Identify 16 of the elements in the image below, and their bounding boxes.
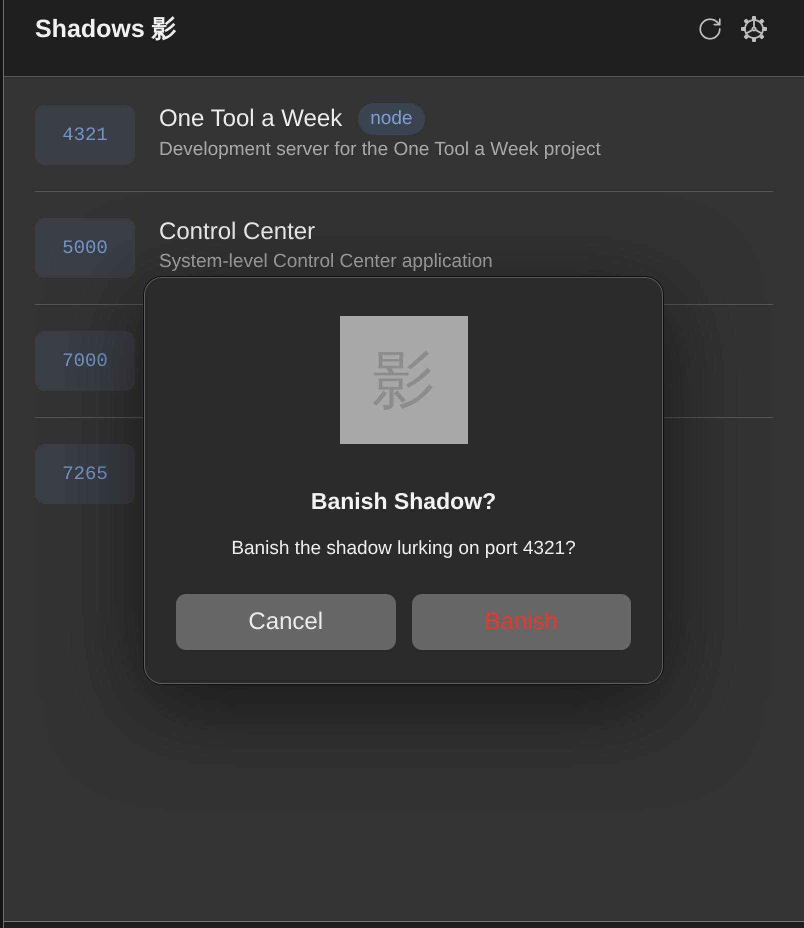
app-title: Shadows 影: [35, 14, 177, 45]
port-badge: 5000: [35, 218, 135, 278]
cancel-button[interactable]: Cancel: [176, 594, 396, 650]
shadow-name: Control Center: [159, 217, 316, 247]
runtime-tag: node: [358, 103, 425, 135]
settings-button[interactable]: [740, 15, 768, 43]
shadow-description: Development server for the One Tool a Week project: [159, 138, 601, 162]
dialog-message: Banish the shadow lurking on port 4321?: [231, 537, 576, 561]
port-badge: 4321: [35, 105, 135, 165]
settings-icon: [740, 15, 768, 43]
shadow-name: One Tool a Week: [159, 104, 342, 134]
shadow-description: System-level Control Center application: [159, 250, 493, 274]
port-badge: 7265: [35, 444, 135, 504]
dialog-title: Banish Shadow?: [310, 487, 496, 516]
port-badge: 7000: [35, 331, 135, 391]
refresh-icon: [697, 16, 723, 42]
